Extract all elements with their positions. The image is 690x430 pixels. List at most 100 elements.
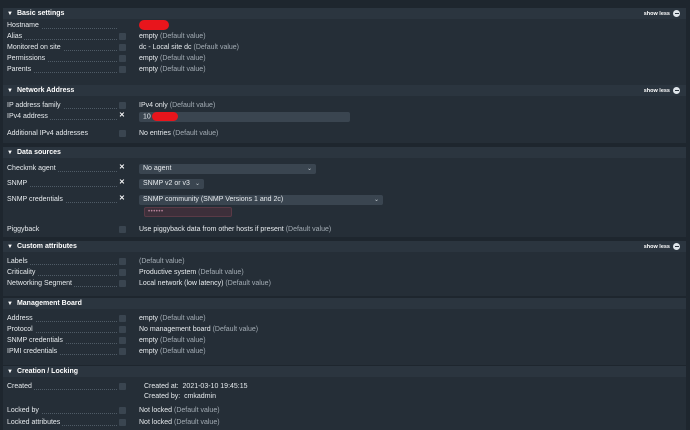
field-label: SNMP credentials [7,337,65,344]
row-locked-attributes: Locked attributes Not locked (Default va… [3,417,686,428]
dropdown-caret-icon: ⌄ [306,166,312,172]
ipv4-checkbox[interactable] [119,111,126,120]
permissions-checkbox[interactable] [119,55,126,62]
row-protocol: Protocol No management board (Default va… [3,324,686,335]
collapse-triangle-icon: ▼ [7,300,13,307]
mgmt-snmp-credentials-checkbox[interactable] [119,337,126,344]
networking-segment-value: Local network (low latency) (Default val… [139,280,271,287]
field-label: Criticality [7,269,38,276]
field-label: Monitored on site [7,44,63,51]
alias-value: empty (Default value) [139,33,206,40]
section-body: Address empty (Default value) Protocol N… [3,309,686,365]
section-body: Labels (Default value) Criticality Produ… [3,252,686,296]
section-title: Network Address [16,87,75,94]
criticality-checkbox[interactable] [119,269,126,276]
alias-checkbox[interactable] [119,33,126,40]
networking-segment-checkbox[interactable] [119,280,126,287]
snmp-community-password-input[interactable]: •••••• [144,207,232,217]
piggyback-value: Use piggyback data from other hosts if p… [139,226,332,233]
row-monitored-on-site: Monitored on site dc - Local site dc (De… [3,42,686,53]
ipmi-credentials-value: empty (Default value) [139,348,206,355]
field-label: IPMI credentials [7,348,60,355]
section-header-creation-locking[interactable]: ▼ Creation / Locking [3,366,686,377]
locked-by-value: Not locked (Default value) [139,407,220,414]
monitored-value: dc - Local site dc (Default value) [139,44,240,51]
agent-checkbox[interactable] [119,163,126,172]
row-labels: Labels (Default value) [3,256,686,267]
dropdown-caret-icon: ⌄ [373,197,379,203]
field-label: Parents [7,66,34,73]
row-piggyback: Piggyback Use piggyback data from other … [3,224,686,235]
locked-by-checkbox[interactable] [119,407,126,414]
field-label: Piggyback [7,226,42,233]
section-body: IP address family IPv4 only (Default val… [3,96,686,143]
show-less-toggle[interactable]: show less [644,87,680,94]
field-label: Address [7,315,35,322]
snmp-select[interactable]: SNMP v2 or v3 ⌄ [139,179,204,189]
section-header-network-address[interactable]: ▼ Network Address show less [3,85,686,96]
labels-checkbox[interactable] [119,258,126,265]
section-header-custom-attributes[interactable]: ▼ Custom attributes show less [3,241,686,252]
section-title: Data sources [16,149,61,156]
row-hostname: Hostname [3,20,686,31]
row-locked-by: Locked by Not locked (Default value) [3,405,686,416]
snmp-checkbox[interactable] [119,178,126,187]
agent-select[interactable]: No agent ⌄ [139,164,316,174]
field-label: Created [7,383,34,390]
field-label: Permissions [7,55,48,62]
ipmi-credentials-checkbox[interactable] [119,348,126,355]
row-ipv4-address: IPv4 address 10 [3,111,686,122]
row-snmp-credentials: SNMP credentials SNMP community (SNMP Ve… [3,194,686,205]
section-body: Checkmk agent No agent⌄ SNMP SNMP v2 or … [3,158,686,237]
field-label: Alias [7,33,25,40]
row-permissions: Permissions empty (Default value) [3,53,686,64]
section-network-address: ▼ Network Address show less IP address f… [3,85,686,143]
protocol-checkbox[interactable] [119,326,126,333]
locked-attributes-checkbox[interactable] [119,419,126,426]
address-checkbox[interactable] [119,315,126,322]
field-label: SNMP credentials [7,196,65,203]
ipv4-input[interactable]: 10 [139,112,350,122]
row-alias: Alias empty (Default value) [3,31,686,42]
protocol-value: No management board (Default value) [139,326,259,333]
ip-family-checkbox[interactable] [119,102,126,109]
monitored-checkbox[interactable] [119,44,126,51]
section-header-management-board[interactable]: ▼ Management Board [3,298,686,309]
row-mgmt-snmp-credentials: SNMP credentials empty (Default value) [3,335,686,346]
show-less-toggle[interactable]: show less [644,10,680,17]
collapse-triangle-icon: ▼ [7,149,13,156]
row-ipmi-credentials: IPMI credentials empty (Default value) [3,346,686,357]
permissions-value: empty (Default value) [139,55,206,62]
collapse-triangle-icon: ▼ [7,368,13,375]
parents-checkbox[interactable] [119,66,126,73]
row-address: Address empty (Default value) [3,313,686,324]
created-by: Created by: cmkadmin [144,393,216,400]
field-label: Checkmk agent [7,165,58,172]
section-title: Custom attributes [16,243,77,250]
piggyback-checkbox[interactable] [119,226,126,233]
redaction-mark [151,112,178,121]
field-label: Hostname [7,22,41,29]
snmp-credentials-checkbox[interactable] [119,194,126,203]
show-less-toggle[interactable]: show less [644,243,680,250]
row-ip-family: IP address family IPv4 only (Default val… [3,100,686,111]
collapse-triangle-icon: ▼ [7,87,13,94]
field-label: Additional IPv4 addresses [7,130,90,137]
additional-ipv4-checkbox[interactable] [119,130,126,137]
section-header-basic-settings[interactable]: ▼ Basic settings show less [3,8,686,19]
row-checkmk-agent: Checkmk agent No agent⌄ [3,163,686,174]
labels-value: (Default value) [139,258,185,265]
show-less-label: show less [643,243,670,250]
section-header-data-sources[interactable]: ▼ Data sources [3,147,686,158]
collapse-triangle-icon: ▼ [7,243,13,250]
minus-circle-icon [673,10,680,17]
locked-attributes-value: Not locked (Default value) [139,419,220,426]
created-checkbox[interactable] [119,383,126,390]
section-management-board: ▼ Management Board Address empty (Defaul… [3,298,686,365]
field-label: Locked attributes [7,419,63,426]
section-basic-settings: ▼ Basic settings show less Hostname Alia… [3,8,686,88]
parents-value: empty (Default value) [139,66,206,73]
snmp-credentials-select[interactable]: SNMP community (SNMP Versions 1 and 2c) ⌄ [139,195,383,205]
row-created-by: Created by: cmkadmin [3,391,686,402]
criticality-value: Productive system (Default value) [139,269,244,276]
